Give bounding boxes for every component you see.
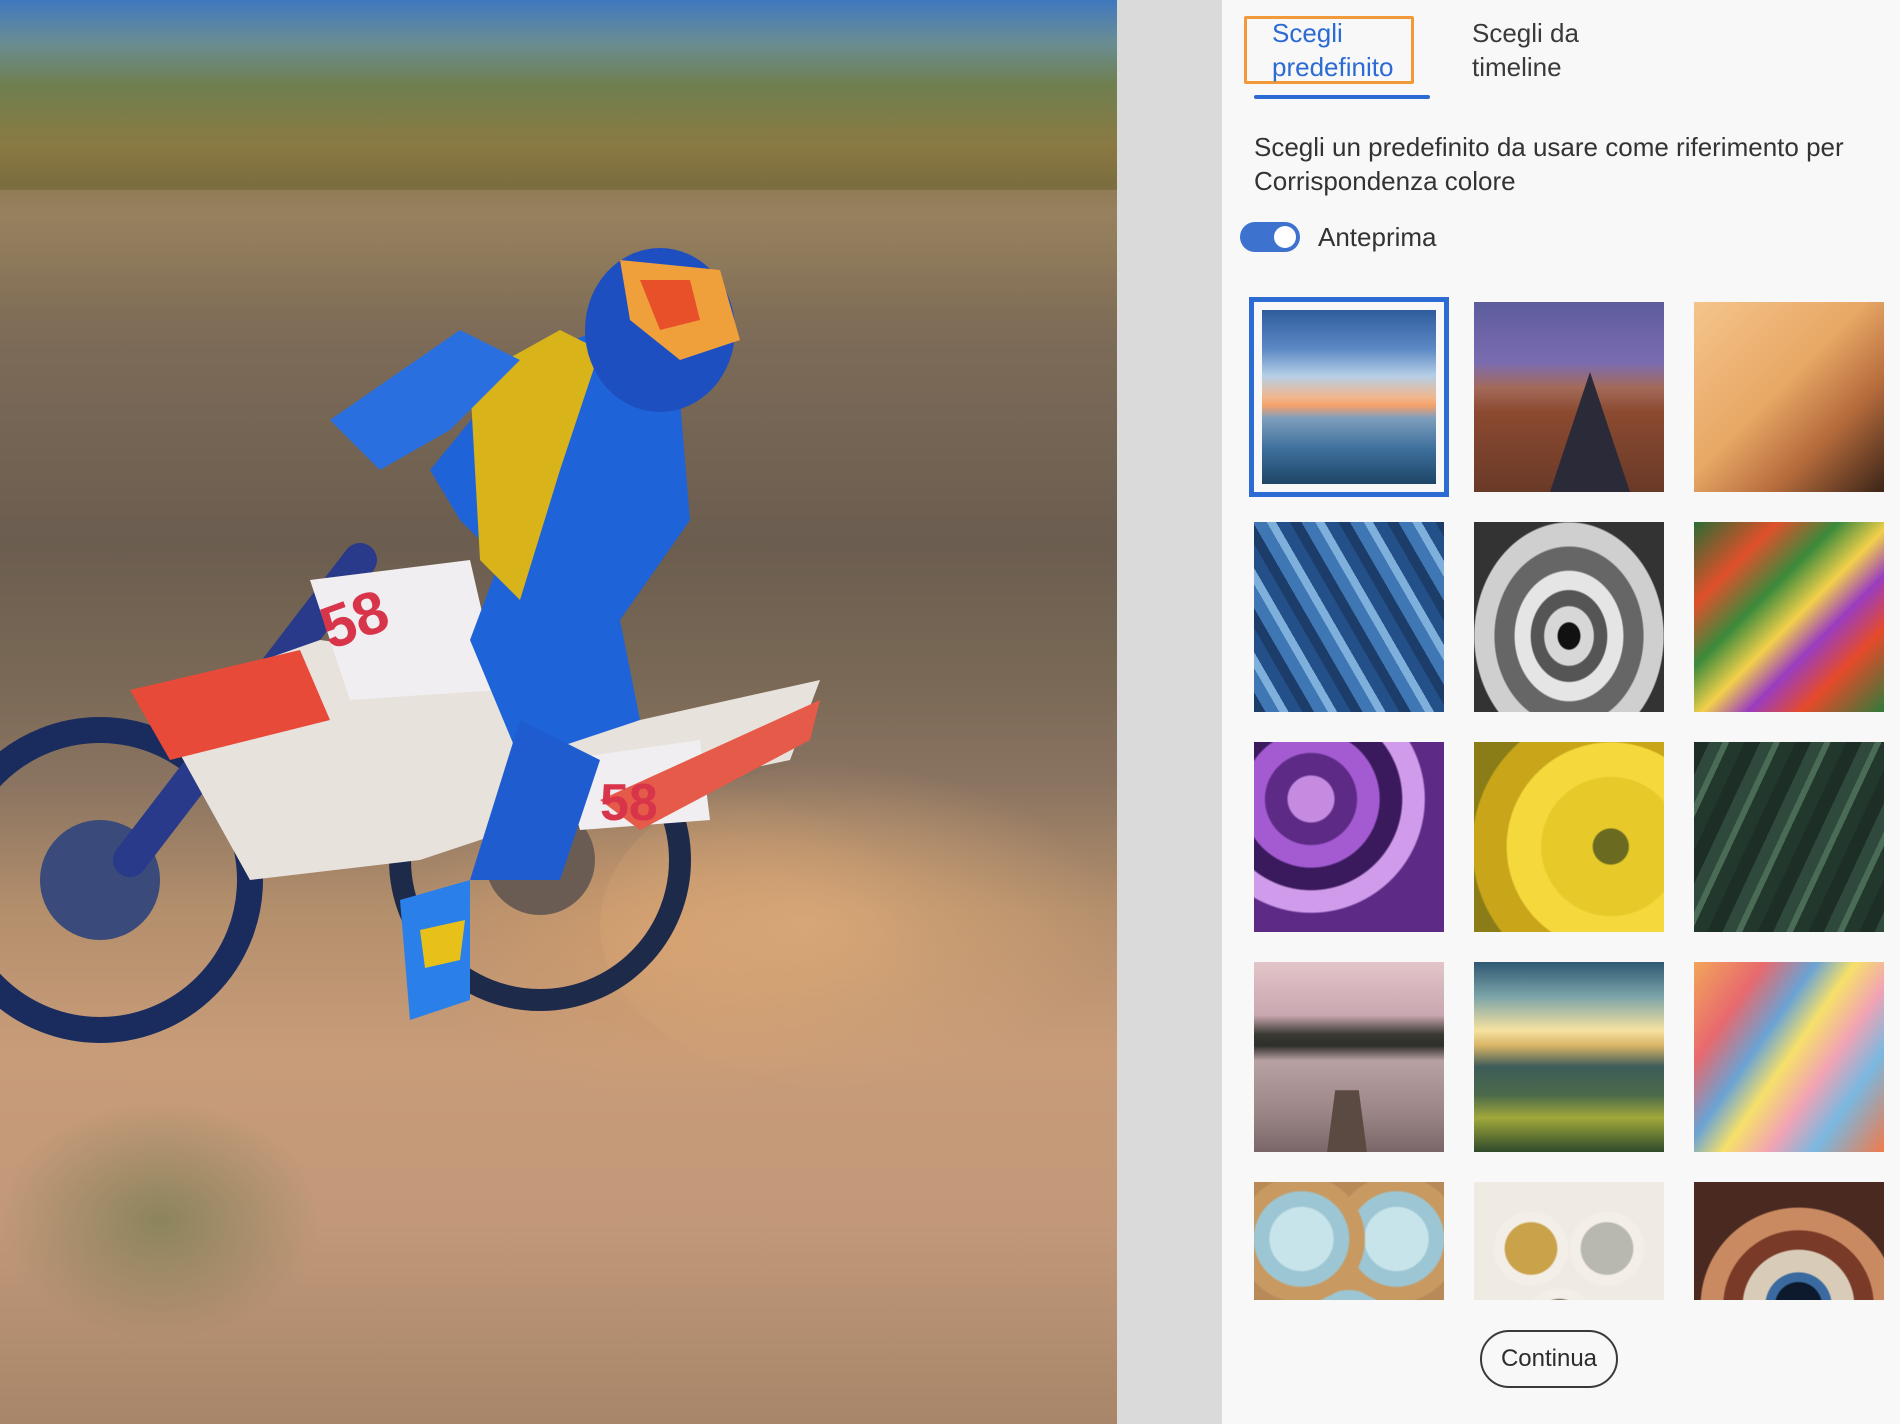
photo-canvas: 58 58 <box>0 0 1117 1424</box>
preset-thumbnail-feathers[interactable] <box>1254 522 1444 712</box>
color-match-panel: Scegli predefinito Scegli da timeline Sc… <box>1222 0 1900 1424</box>
preset-thumbnail-lake-dock[interactable] <box>1254 962 1444 1152</box>
preset-thumbnail-spaceship[interactable] <box>1694 1182 1884 1300</box>
abstract-paint-thumbnail <box>1694 522 1884 712</box>
preset-thumbnail-sky-lake[interactable] <box>1249 297 1449 497</box>
monstera-leaves-thumbnail <box>1694 742 1884 932</box>
valley-sunset-thumbnail <box>1474 962 1664 1152</box>
panel-gutter <box>1117 0 1222 1424</box>
scrunchies-thumbnail <box>1474 1182 1664 1300</box>
lake-dock-thumbnail <box>1254 962 1444 1152</box>
side-number-plate: 58 <box>600 774 658 832</box>
pastel-oil-paint-thumbnail <box>1694 962 1884 1152</box>
cupcakes-thumbnail <box>1254 1182 1444 1300</box>
preview-toggle-label: Anteprima <box>1318 222 1437 252</box>
preset-thumbnail-lilac[interactable] <box>1254 742 1444 932</box>
tab-choose-preset[interactable]: Scegli predefinito <box>1272 16 1422 84</box>
lilac-flowers-thumbnail <box>1254 742 1444 932</box>
motocross-rider-illustration: 58 58 <box>0 248 820 1043</box>
active-tab-indicator <box>1254 95 1430 99</box>
preset-thumbnail-pastel-oil[interactable] <box>1694 962 1884 1152</box>
preset-thumbnail-yellow-flower[interactable] <box>1474 742 1664 932</box>
preset-thumbnail-cupcakes[interactable] <box>1254 1182 1444 1300</box>
yellow-flower-thumbnail <box>1474 742 1664 932</box>
preset-thumbnail-skateboarder[interactable] <box>1694 302 1884 492</box>
preset-thumbnail-abstract-paint[interactable] <box>1694 522 1884 712</box>
tab-choose-from-timeline[interactable]: Scegli da timeline <box>1472 16 1622 84</box>
desert-road-thumbnail <box>1474 302 1664 492</box>
preset-thumbnail-monstera[interactable] <box>1694 742 1884 932</box>
preset-thumbnail-desert-road[interactable] <box>1474 302 1664 492</box>
preview-toggle[interactable] <box>1240 222 1300 252</box>
spaceship-window-thumbnail <box>1694 1182 1884 1300</box>
preset-thumbnail-scrunchies[interactable] <box>1474 1182 1664 1300</box>
preset-grid <box>1249 297 1886 1300</box>
blue-feathers-thumbnail <box>1254 522 1444 712</box>
preset-thumbnail-cloister[interactable] <box>1474 522 1664 712</box>
skateboarder-thumbnail <box>1694 302 1884 492</box>
toggle-knob <box>1274 226 1296 248</box>
continue-button[interactable]: Continua <box>1480 1330 1618 1388</box>
preset-thumbnail-valley-sunset[interactable] <box>1474 962 1664 1152</box>
sky-lake-sunset-thumbnail <box>1262 310 1436 484</box>
cloister-arches-thumbnail <box>1474 522 1664 712</box>
panel-description: Scegli un predefinito da usare come rife… <box>1254 132 1844 196</box>
